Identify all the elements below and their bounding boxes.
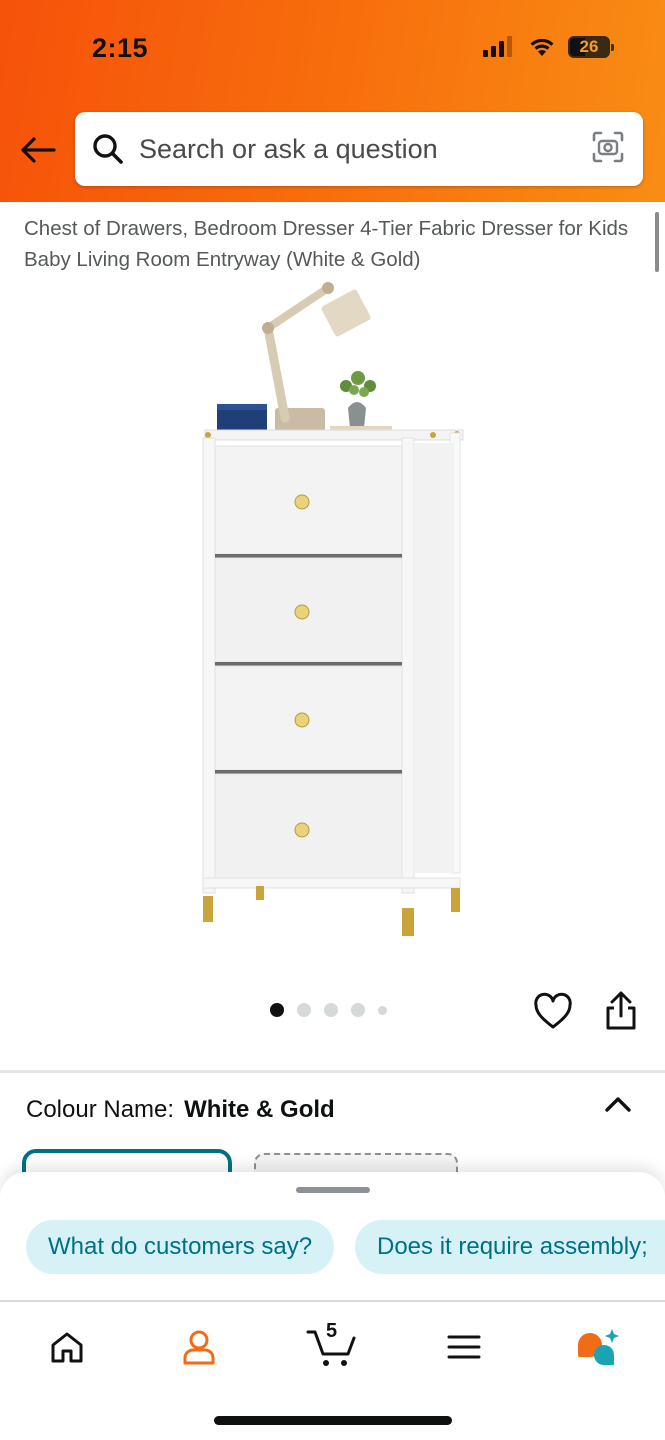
variation-label: Colour Name: — [26, 1096, 175, 1123]
product-image[interactable] — [190, 278, 480, 943]
share-icon[interactable] — [603, 990, 639, 1032]
app-header: 2:15 26 Search or ask a question — [0, 0, 665, 202]
status-icons: 26 — [482, 36, 614, 58]
hamburger-menu-icon — [447, 1335, 481, 1359]
suggestion-chip[interactable]: Does it require assembly; — [355, 1220, 665, 1274]
pager-dot[interactable] — [270, 1003, 284, 1017]
status-time: 2:15 — [92, 33, 149, 63]
heart-icon[interactable] — [533, 992, 573, 1032]
pager-dot[interactable] — [324, 1003, 338, 1017]
suggestion-chip[interactable]: What do customers say? — [26, 1220, 335, 1274]
variation-value: White & Gold — [184, 1096, 335, 1123]
search-input[interactable]: Search or ask a question — [75, 112, 643, 186]
user-icon — [183, 1330, 215, 1365]
battery-level: 26 — [579, 37, 599, 56]
search-placeholder: Search or ask a question — [139, 134, 438, 164]
rufus-suggestion-sheet: What do customers say? Does it require a… — [0, 1172, 665, 1302]
tab-account[interactable] — [174, 1324, 224, 1370]
pager-dot[interactable] — [351, 1003, 365, 1017]
product-title[interactable]: Chest of Drawers, Bedroom Dresser 4-Tier… — [24, 213, 634, 275]
scrollbar — [655, 212, 659, 272]
tab-menu[interactable] — [439, 1324, 489, 1370]
rufus-ai-icon — [578, 1329, 619, 1365]
pager-dot[interactable] — [297, 1003, 311, 1017]
variation-row: Colour Name: White & Gold — [26, 1096, 335, 1124]
arrow-left-icon — [21, 137, 56, 163]
sheet-grabber[interactable] — [296, 1187, 370, 1193]
battery-icon: 26 — [568, 36, 614, 58]
back-button[interactable] — [18, 130, 58, 170]
chevron-up-icon[interactable] — [604, 1094, 632, 1114]
tab-rufus[interactable] — [572, 1324, 622, 1370]
cart-count-badge: 5 — [326, 1320, 338, 1342]
pager-dot[interactable] — [378, 1005, 387, 1015]
home-indicator — [214, 1416, 452, 1425]
section-divider — [0, 1070, 665, 1073]
image-pager[interactable] — [270, 1003, 387, 1017]
search-icon — [93, 134, 123, 164]
wifi-icon — [530, 38, 554, 56]
camera-search-icon[interactable] — [591, 130, 625, 164]
tab-home[interactable] — [42, 1324, 92, 1370]
home-icon — [51, 1332, 83, 1363]
cellular-signal-icon — [483, 36, 512, 57]
